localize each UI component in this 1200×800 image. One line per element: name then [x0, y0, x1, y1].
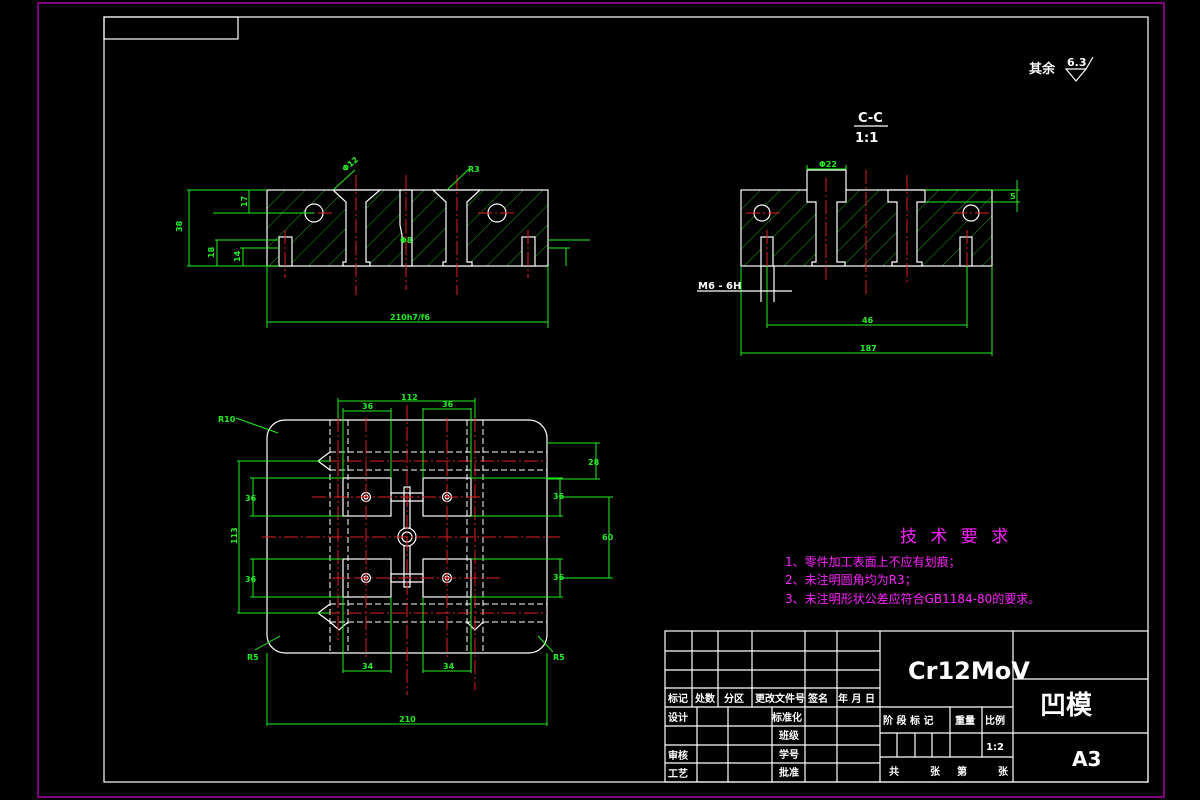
dimension-label: Φ22: [819, 160, 837, 169]
dimension-label: 工艺: [668, 767, 688, 780]
dimension-label: 5: [1010, 192, 1016, 201]
dimension-label: 重量: [955, 714, 975, 727]
tech-req-title: 技 术 要 求: [900, 527, 1012, 547]
dimension-label: R3: [468, 165, 480, 174]
dimension-label: 210h7/f6: [390, 313, 430, 322]
dimension-label: 34: [362, 662, 374, 671]
dimension-label: 年 月 日: [838, 692, 875, 705]
material: Cr12MoV: [908, 657, 1030, 685]
dimension-label: 张: [930, 765, 941, 778]
dimension-label: 第: [957, 765, 967, 778]
tech-req-item: 3、未注明形状公差应符合GB1184-80的要求。: [785, 591, 1040, 606]
dimension-label: 标记: [667, 692, 688, 705]
dimension-label: 36: [245, 575, 257, 584]
dimension-label: 设计: [668, 711, 688, 724]
dimension-label: 36: [553, 492, 565, 501]
dimension-label: 标准化: [771, 711, 802, 724]
drawing-canvas: 其余 6.3 38 17 18 14 210h7/f6 Φ12 R3 Φ8 C-…: [37, 2, 1165, 798]
dimension-label: 14: [233, 250, 242, 262]
dimension-label: 班级: [779, 729, 800, 742]
corner-label-box: [103, 16, 239, 40]
title-block: 标记 处数 分区 更改文件号 签名 年 月 日 设计 审核 工艺 标准化 班级 …: [664, 630, 1149, 783]
plan-view: 112 36 36 34 34 210 113 36 36 36 36 60 2…: [218, 393, 614, 726]
dimension-label: 36: [245, 494, 257, 503]
dimension-label: 187: [860, 344, 877, 353]
dimension-label: 学号: [779, 748, 799, 761]
dimension-label: 36: [553, 573, 565, 582]
dimension-label: 17: [240, 196, 249, 207]
tech-req-item: 2、未注明圆角均为R3；: [785, 572, 917, 587]
part-name: 凹模: [1040, 691, 1093, 721]
sheet-size: A3: [1072, 747, 1101, 771]
dimension-label: 46: [862, 316, 874, 325]
dimension-label: 共: [889, 765, 899, 778]
dimension-label: 签名: [807, 692, 828, 705]
dimension-label: 审核: [668, 749, 688, 762]
dimension-label: R5: [553, 653, 565, 662]
dimension-label: 36: [442, 400, 454, 409]
section-c-c-view: C-C 1:1 Φ22 5 46 187 M6 - 6H: [697, 111, 1020, 356]
dimension-label: 36: [362, 402, 374, 411]
dimension-label: 60: [602, 533, 614, 542]
dimension-label: 更改文件号: [755, 692, 805, 705]
technical-requirements: 技 术 要 求 1、零件加工表面上不应有划痕； 2、未注明圆角均为R3； 3、未…: [785, 527, 1040, 606]
dimension-label: 比例: [985, 714, 1005, 727]
dimension-label: 18: [207, 246, 216, 258]
front-section-view: 38 17 18 14 210h7/f6 Φ12 R3 Φ8: [175, 155, 590, 328]
dimension-label: 其余: [1029, 61, 1056, 77]
tech-req-item: 1、零件加工表面上不应有划痕；: [785, 554, 961, 569]
dimension-label: Φ12: [341, 155, 361, 173]
dimension-label: 6.3: [1067, 56, 1087, 69]
surface-finish-note: 其余 6.3: [1029, 56, 1094, 82]
dimension-label: R5: [247, 653, 259, 662]
section-name: C-C: [858, 111, 883, 126]
dimension-label: 210: [399, 715, 416, 724]
scale-value: 1:2: [986, 742, 1004, 753]
dimension-label: 113: [230, 527, 239, 544]
dimension-label: 38: [175, 220, 184, 232]
thread-label: M6 - 6H: [698, 281, 741, 292]
dimension-label: 阶 段 标 记: [883, 714, 933, 727]
dimension-label: 28: [588, 458, 600, 467]
dimension-label: 34: [443, 662, 455, 671]
section-scale: 1:1: [855, 131, 878, 146]
dimension-label: 处数: [694, 692, 716, 705]
dimension-label: 112: [401, 393, 418, 402]
dimension-label: Φ8: [400, 236, 413, 245]
dimension-label: 张: [998, 765, 1009, 778]
dimension-label: R10: [218, 415, 236, 424]
dimension-label: 分区: [724, 692, 744, 705]
dimension-label: 批准: [779, 766, 799, 779]
